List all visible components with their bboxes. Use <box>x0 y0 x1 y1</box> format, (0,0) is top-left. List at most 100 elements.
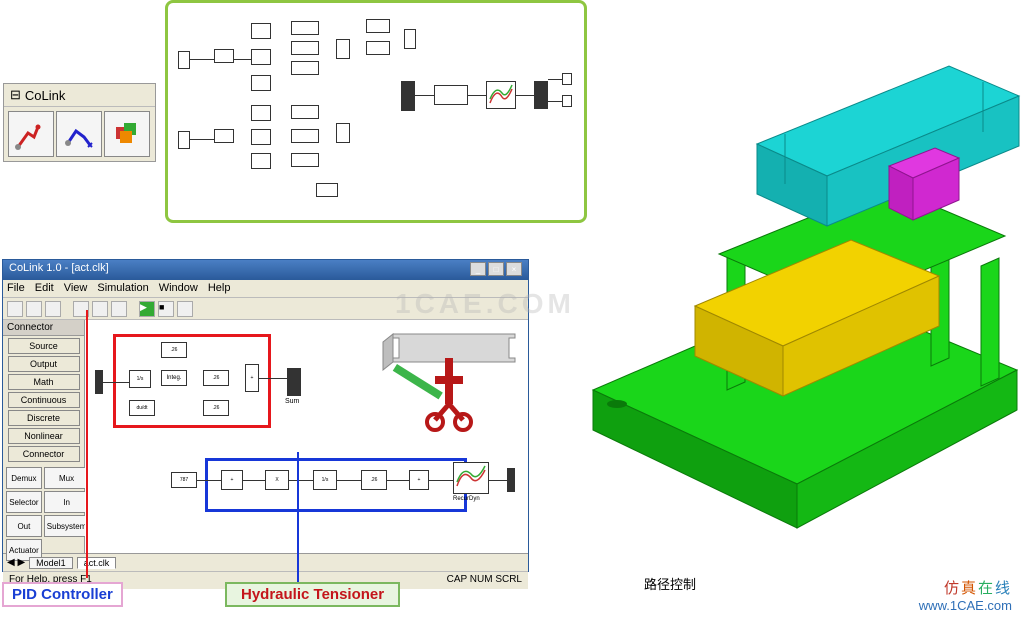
palette-mux[interactable]: Mux <box>44 467 90 489</box>
colink-palette-header[interactable]: ⊟ CoLink <box>4 84 155 107</box>
demux-out[interactable] <box>507 468 515 492</box>
gain-i[interactable]: .26 <box>203 370 229 386</box>
sum-hyd[interactable]: + <box>221 470 243 490</box>
window-title: CoLink 1.0 - [act.clk] <box>9 262 109 278</box>
path-control-label: 路径控制 <box>644 574 696 593</box>
gain-p[interactable]: .26 <box>161 342 187 358</box>
mux-block <box>401 81 415 111</box>
gain-block <box>291 129 319 143</box>
gain-d[interactable]: .26 <box>203 400 229 416</box>
pid-leader-line <box>86 310 88 578</box>
menu-edit[interactable]: Edit <box>35 282 54 295</box>
output-block <box>562 73 572 85</box>
menu-simulation[interactable]: Simulation <box>97 282 148 295</box>
open-button[interactable] <box>26 301 42 317</box>
tab-actclk[interactable]: act.clk <box>77 557 117 569</box>
palette-subsystem[interactable]: Subsystem <box>44 515 90 537</box>
palette-selector[interactable]: Selector <box>6 491 42 513</box>
connector-panel-header: Connector <box>3 320 84 336</box>
top-block-diagram <box>165 0 587 223</box>
input-block <box>178 51 190 69</box>
gain-787[interactable]: 787 <box>171 472 197 488</box>
window-titlebar[interactable]: CoLink 1.0 - [act.clk] _ □ × <box>3 260 528 280</box>
maximize-button[interactable]: □ <box>488 262 504 276</box>
category-connector[interactable]: Connector <box>8 446 80 462</box>
derivative[interactable]: du/dt <box>129 400 155 416</box>
d-gain-block <box>291 61 319 75</box>
category-continuous[interactable]: Continuous <box>8 392 80 408</box>
mux-block <box>404 29 416 49</box>
statusbar-indicators: CAP NUM SCRL <box>447 574 522 587</box>
stop-button[interactable]: ■ <box>158 301 174 317</box>
menu-window[interactable]: Window <box>159 282 198 295</box>
hyd-leader-line <box>297 452 299 590</box>
watermark: 1CAE.COM <box>395 288 575 320</box>
recurdyn-plant[interactable] <box>453 462 489 494</box>
settings-button[interactable] <box>177 301 193 317</box>
gain-block <box>251 49 271 65</box>
output-block <box>562 95 572 107</box>
colink-title: CoLink <box>25 88 65 103</box>
cad-3d-model <box>587 58 1023 538</box>
cube-package-icon[interactable] <box>104 111 150 157</box>
integrator-label: Integ. <box>161 370 187 386</box>
integrator-hyd[interactable]: 1/s <box>313 470 337 490</box>
pid-controller-label: PID Controller <box>2 582 123 607</box>
category-discrete[interactable]: Discrete <box>8 410 80 426</box>
derivative-block <box>251 153 271 169</box>
integrator-block <box>251 129 271 145</box>
category-output[interactable]: Output <box>8 356 80 372</box>
sum-label: Sum <box>285 398 299 405</box>
save-button[interactable] <box>45 301 61 317</box>
sum-out[interactable]: + <box>409 470 429 490</box>
palette-out[interactable]: Out <box>6 515 42 537</box>
copy-button[interactable] <box>92 301 108 317</box>
category-source[interactable]: Source <box>8 338 80 354</box>
model-canvas[interactable]: .26 1/s Integ. .26 du/dt .26 + Sum 787 +… <box>85 320 528 553</box>
palette-in[interactable]: In <box>44 491 90 513</box>
sum-pid[interactable]: + <box>245 364 259 392</box>
landing-gear-inset <box>357 328 517 433</box>
category-nonlinear[interactable]: Nonlinear <box>8 428 80 444</box>
document-tabs: ◀ ▶ Model1 act.clk <box>3 553 528 571</box>
p-gain-block <box>291 21 319 35</box>
sum-block <box>336 123 350 143</box>
gain-block <box>291 105 319 119</box>
minimize-button[interactable]: _ <box>470 262 486 276</box>
new-button[interactable] <box>7 301 23 317</box>
recurdyn-block <box>486 81 516 109</box>
product[interactable]: X <box>265 470 289 490</box>
sum-block <box>336 39 350 59</box>
collapse-icon[interactable]: ⊟ <box>10 87 21 103</box>
palette-demux[interactable]: Demux <box>6 467 42 489</box>
hydraulic-tensioner-label: Hydraulic Tensioner <box>225 582 400 607</box>
paste-button[interactable] <box>111 301 127 317</box>
gain-block <box>366 41 390 55</box>
mux-out[interactable] <box>287 368 301 396</box>
gain-block <box>366 19 390 33</box>
menu-help[interactable]: Help <box>208 282 231 295</box>
gain-block <box>214 49 234 63</box>
brand-label: 仿真在线 <box>944 577 1012 598</box>
play-button[interactable]: ▶ <box>139 301 155 317</box>
demux-block <box>534 81 548 109</box>
tab-model1[interactable]: Model1 <box>29 557 73 569</box>
website-url: www.1CAE.com <box>919 598 1012 613</box>
demux-in[interactable] <box>95 370 103 394</box>
robot-arm-blue-icon[interactable] <box>56 111 102 157</box>
menu-view[interactable]: View <box>64 282 88 295</box>
gain-block <box>214 129 234 143</box>
input-block <box>178 131 190 149</box>
block <box>251 105 271 121</box>
connector-panel: Connector Source Output Math Continuous … <box>3 320 85 553</box>
robot-arm-red-icon[interactable] <box>8 111 54 157</box>
close-button[interactable]: × <box>506 262 522 276</box>
product-direction-block <box>434 85 468 105</box>
gain-hyd[interactable]: .26 <box>361 470 387 490</box>
category-math[interactable]: Math <box>8 374 80 390</box>
colink-palette-panel: ⊟ CoLink <box>3 83 156 162</box>
integrator[interactable]: 1/s <box>129 370 151 388</box>
i-gain-block <box>291 41 319 55</box>
menu-file[interactable]: File <box>7 282 25 295</box>
gain-block <box>291 153 319 167</box>
